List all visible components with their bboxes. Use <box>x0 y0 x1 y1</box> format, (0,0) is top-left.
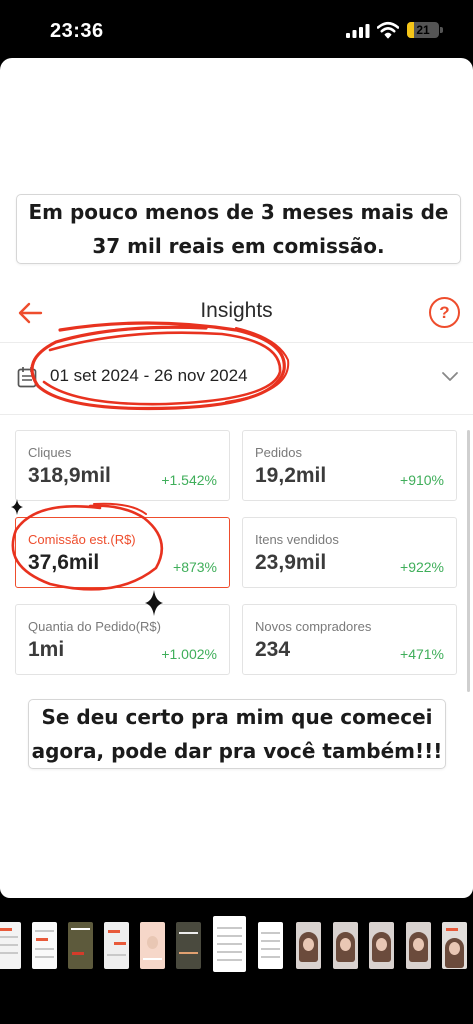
thumbnail[interactable] <box>68 922 93 969</box>
metric-label: Comissão est.(R$) <box>28 532 136 547</box>
metric-change: +910% <box>400 472 444 488</box>
caption-top: Em pouco menos de 3 meses mais de 37 mil… <box>16 194 461 264</box>
thumbnail[interactable] <box>176 922 201 969</box>
thumbnail[interactable] <box>258 922 283 969</box>
thumbnail[interactable] <box>0 922 21 969</box>
metric-change: +1.542% <box>161 472 217 488</box>
page-title: Insights <box>200 299 273 322</box>
status-bar: 23:36 21 <box>0 0 473 58</box>
question-circle-icon[interactable]: ? <box>429 297 460 328</box>
thumbnail-strip <box>0 916 473 972</box>
metric-label: Quantia do Pedido(R$) <box>28 619 161 634</box>
thumbnail[interactable] <box>140 922 165 969</box>
caption-top-line-1: Em pouco menos de 3 meses mais de <box>28 200 449 224</box>
metric-value: 23,9mil <box>255 551 327 574</box>
caption-top-line-2: 37 mil reais em comissão. <box>92 234 385 258</box>
metric-label: Novos compradores <box>255 619 372 634</box>
metric-label: Pedidos <box>255 445 302 460</box>
metric-card-itens-vendidos[interactable]: Itens vendidos 23,9mil +922% <box>242 517 457 588</box>
date-range-label: 01 set 2024 - 26 nov 2024 <box>50 366 248 385</box>
post-card: Em pouco menos de 3 meses mais de 37 mil… <box>0 58 473 898</box>
sparkle-icon <box>11 499 23 515</box>
metric-value: 19,2mil <box>255 464 327 487</box>
thumbnail[interactable] <box>32 922 57 969</box>
thumbnail[interactable] <box>406 922 431 969</box>
caption-bottom-line-2: agora, pode dar pra você também!!! <box>31 739 443 763</box>
metric-label: Itens vendidos <box>255 532 339 547</box>
thumbnail[interactable] <box>369 922 394 969</box>
status-time: 23:36 <box>50 20 104 42</box>
battery-level: 21 <box>416 23 430 37</box>
metric-card-cliques[interactable]: Cliques 318,9mil +1.542% <box>15 430 230 501</box>
battery-tip <box>440 27 443 33</box>
thumbnail[interactable] <box>333 922 358 969</box>
metric-value: 1mi <box>28 638 65 661</box>
thumbnail[interactable] <box>442 922 467 969</box>
cellular-signal-icon <box>346 24 370 38</box>
metric-card-pedidos[interactable]: Pedidos 19,2mil +910% <box>242 430 457 501</box>
metric-value: 234 <box>255 638 291 661</box>
metric-card-novos-compradores[interactable]: Novos compradores 234 +471% <box>242 604 457 675</box>
thumbnail-current[interactable] <box>213 916 246 972</box>
metric-change: +922% <box>400 559 444 575</box>
thumbnail[interactable] <box>104 922 129 969</box>
thumbnail[interactable] <box>296 922 321 969</box>
date-range-selector[interactable]: 01 set 2024 - 26 nov 2024 <box>0 344 473 415</box>
calendar-icon <box>17 367 37 388</box>
metric-label: Cliques <box>28 445 72 460</box>
app-header: Insights ? <box>0 286 473 343</box>
metric-change: +873% <box>173 559 217 575</box>
metric-card-comissao[interactable]: Comissão est.(R$) 37,6mil +873% <box>15 517 230 588</box>
caption-bottom-line-1: Se deu certo pra mim que comecei <box>41 705 433 729</box>
chevron-down-icon[interactable] <box>441 371 459 383</box>
metric-change: +471% <box>400 646 444 662</box>
metric-card-quantia-pedido[interactable]: Quantia do Pedido(R$) 1mi +1.002% <box>15 604 230 675</box>
battery-icon: 21 <box>407 22 439 38</box>
scrollbar[interactable] <box>467 430 470 692</box>
metric-change: +1.002% <box>161 646 217 662</box>
caption-bottom: Se deu certo pra mim que comecei agora, … <box>28 699 446 769</box>
metric-value: 318,9mil <box>28 464 111 487</box>
wifi-icon <box>377 21 399 39</box>
metric-value: 37,6mil <box>28 551 100 574</box>
